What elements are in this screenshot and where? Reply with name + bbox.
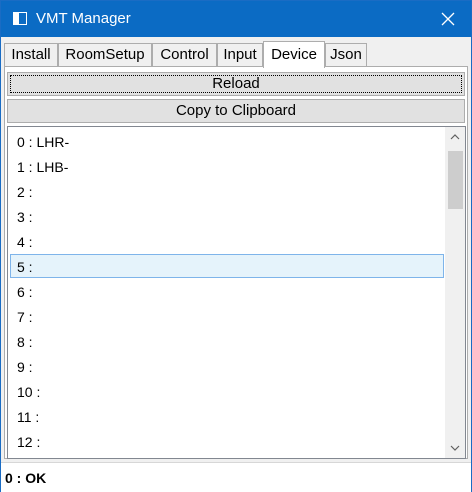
tab-control[interactable]: Control — [152, 43, 217, 66]
tab-roomsetup[interactable]: RoomSetup — [58, 43, 152, 66]
tab-strip: Install RoomSetup Control Input Device J… — [4, 41, 468, 68]
device-list-item[interactable]: 9 : — [10, 354, 444, 378]
app-window-icon — [13, 12, 27, 25]
vertical-scrollbar[interactable] — [445, 127, 465, 458]
device-list-item-selected[interactable]: 5 : — [10, 254, 444, 278]
device-list-item[interactable]: 10 : — [10, 379, 444, 403]
close-icon — [441, 12, 455, 26]
device-list-item[interactable]: 2 : — [10, 179, 444, 203]
close-button[interactable] — [425, 1, 471, 37]
device-list[interactable]: 0 : LHR- 1 : LHB- 2 : 3 : 4 : 5 : 6 : 7 … — [7, 126, 466, 459]
device-list-item[interactable]: 8 : — [10, 329, 444, 353]
reload-button[interactable]: Reload — [7, 72, 465, 96]
device-list-item[interactable]: 12 : — [10, 429, 444, 453]
chevron-down-icon — [450, 445, 460, 451]
scroll-down-button[interactable] — [445, 438, 465, 458]
app-window: VMT Manager Install RoomSetup Control In… — [0, 0, 472, 492]
device-list-item[interactable]: 1 : LHB- — [10, 154, 444, 178]
status-bar: 0 : OK — [1, 462, 471, 492]
tab-install[interactable]: Install — [4, 43, 58, 66]
device-list-item[interactable]: 0 : LHR- — [10, 129, 444, 153]
copy-to-clipboard-button[interactable]: Copy to Clipboard — [7, 99, 465, 123]
scroll-up-button[interactable] — [445, 127, 465, 147]
device-list-item[interactable]: 4 : — [10, 229, 444, 253]
tab-device[interactable]: Device — [263, 41, 325, 68]
title-bar[interactable]: VMT Manager — [1, 1, 471, 37]
tab-input[interactable]: Input — [217, 43, 263, 66]
window-title: VMT Manager — [36, 10, 131, 27]
device-list-item[interactable]: 11 : — [10, 404, 444, 428]
tab-json[interactable]: Json — [325, 43, 367, 66]
scroll-thumb[interactable] — [448, 151, 463, 209]
device-list-item[interactable]: 7 : — [10, 304, 444, 328]
device-list-item[interactable]: 6 : — [10, 279, 444, 303]
status-text: 0 : OK — [5, 470, 47, 486]
chevron-up-icon — [450, 134, 460, 140]
device-list-item[interactable]: 3 : — [10, 204, 444, 228]
